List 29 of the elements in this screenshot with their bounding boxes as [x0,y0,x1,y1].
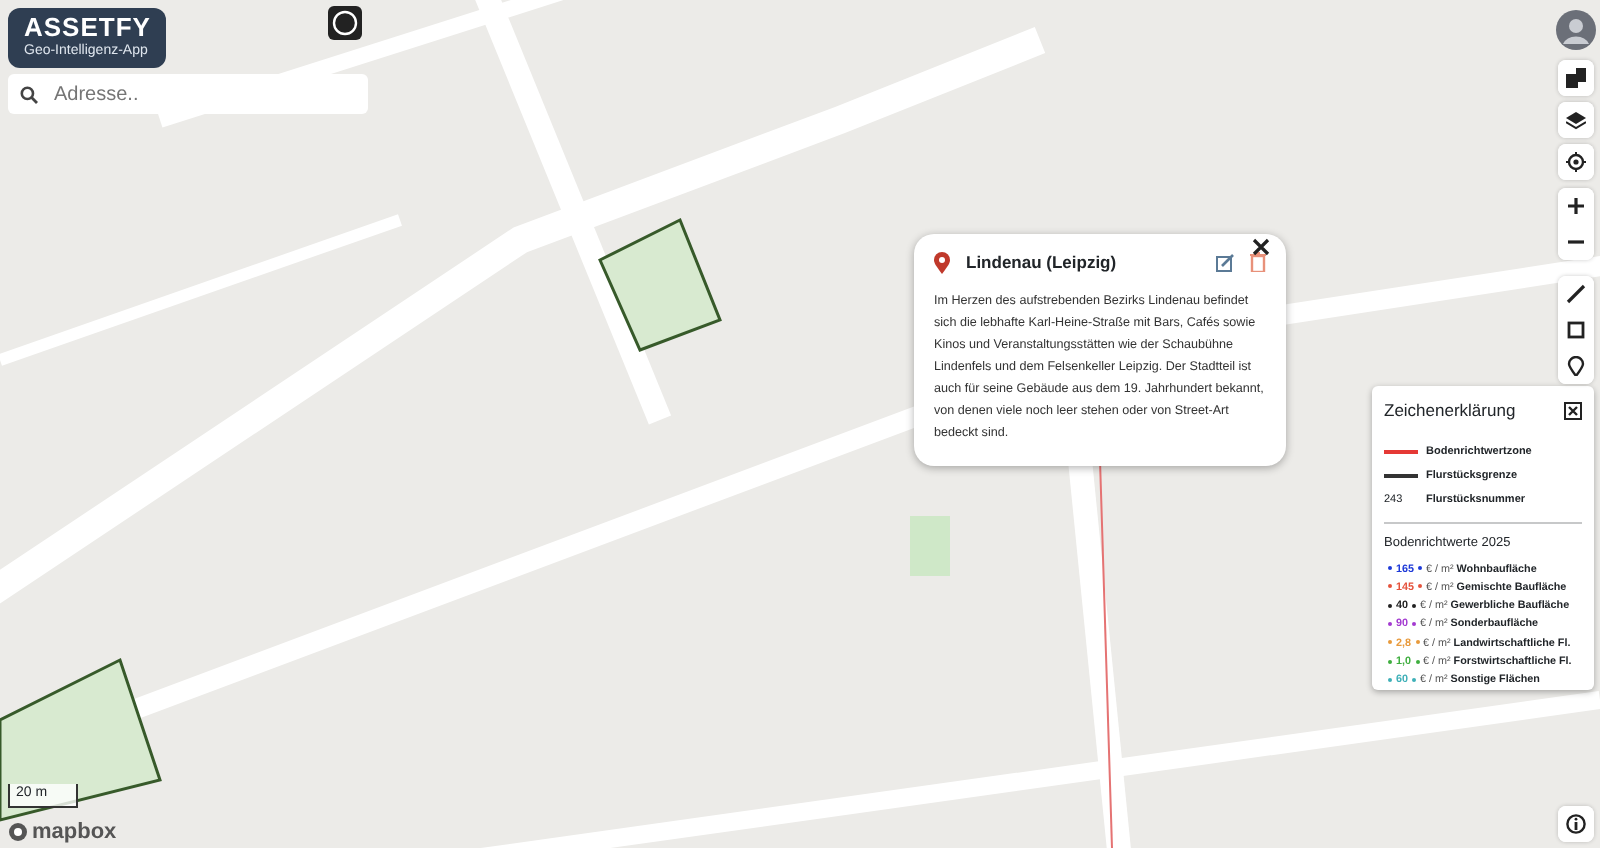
search-icon [20,85,38,103]
info-icon [1566,814,1586,834]
draw-line-button[interactable] [1558,276,1594,312]
close-icon[interactable] [1564,401,1582,420]
layers-icon [1566,110,1586,130]
zoom-in-icon [1566,196,1586,216]
search-field[interactable]: Adresse.. [50,77,350,111]
place-marker-icon [1566,356,1586,376]
popup-title: Lindenau (Leipzig) [966,250,1117,276]
mapbox-wordmark[interactable]: mapbox [32,816,117,848]
map-layers-button[interactable] [1558,60,1594,96]
zoom-in-button[interactable] [1558,188,1594,224]
map-layers-icon [1566,68,1586,88]
draw-line-icon [1566,284,1586,304]
search-field[interactable]: Adresse.. [8,74,368,114]
avatar-icon[interactable] [1556,10,1596,50]
info-button[interactable] [1558,806,1594,842]
edit-icon[interactable] [1216,253,1234,272]
zoom-out-button[interactable] [1558,224,1594,260]
trash-icon[interactable] [1250,252,1266,273]
close-icon[interactable] [1252,238,1270,256]
location-pin-icon [934,251,950,274]
layers-button[interactable] [1558,102,1594,138]
brand-title: ASSETFY [24,14,151,42]
draw-rectangle-icon [1566,320,1586,340]
locate-icon [1566,152,1586,172]
locate-button[interactable] [1558,144,1594,180]
legend-title: Zeichenerklärung [1384,398,1516,424]
place-marker-button[interactable] [1558,348,1594,384]
